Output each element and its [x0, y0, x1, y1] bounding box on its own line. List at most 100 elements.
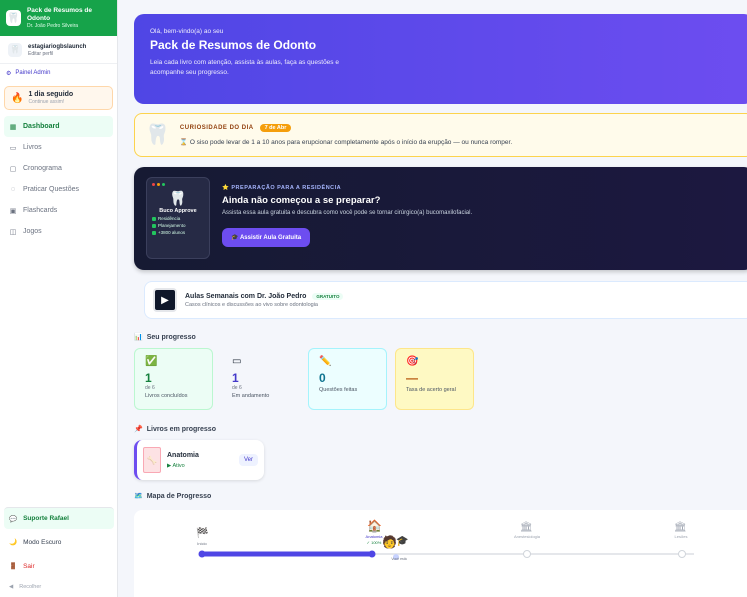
edit-profile-link[interactable]: Editar perfil [28, 51, 86, 57]
progress-section-title: 📊 Seu progresso [134, 333, 196, 342]
promo-title: Ainda não começou a se preparar? [222, 195, 381, 206]
course-card: 🦷 Buco Approve Residência Planejamento +… [146, 177, 210, 259]
fire-icon: 🔥 [11, 92, 24, 104]
play-icon: ▶ [167, 462, 172, 469]
stat-value: 1 [145, 371, 152, 385]
support-button[interactable]: 💬 Suporte Rafael [4, 507, 114, 529]
sidebar-item-jogos[interactable]: ◫ Jogos [4, 221, 113, 242]
calendar-icon: ▢ [9, 165, 17, 173]
check-icon [152, 223, 156, 228]
target-icon: 🎯 [406, 356, 419, 367]
welcome-text: Olá, bem-vindo(a) ao seu [150, 28, 224, 35]
tooth-icon: 🦷 [169, 190, 187, 206]
app: 🦷 Pack de Resumos de Odonto Dr. João Ped… [0, 0, 747, 597]
collapse-sidebar-button[interactable]: ◀ Recolher [4, 579, 114, 595]
promo-text: Assista essa aula gratuita e descubra co… [222, 210, 473, 216]
chat-icon: 💬 [9, 515, 18, 523]
lock-building-icon: 🏛 [520, 521, 533, 533]
moon-icon: 🌙 [9, 539, 18, 546]
streak-title: 1 dia seguido [28, 91, 74, 98]
map-node-label: Anestesiologia [514, 534, 541, 539]
curiosity-text: O siso pode levar de 1 a 10 anos para er… [189, 139, 513, 146]
course-card-title: Buco Approve [159, 208, 197, 214]
watch-free-class-button[interactable]: 🎓 Assistir Aula Gratuita [222, 228, 311, 247]
hourglass-icon: ⌛ [179, 139, 188, 146]
map-node-label: Início [197, 541, 207, 546]
map-node-lesoes[interactable]: 🏛 Lesões [674, 521, 687, 558]
weekly-title: Aulas Semanais com Dr. João Pedro [185, 292, 307, 300]
sidebar: 🦷 Pack de Resumos de Odonto Dr. João Ped… [0, 0, 118, 597]
stat-label: Taxa de acerto geral [406, 387, 456, 393]
door-icon: 🚪 [9, 563, 18, 570]
stat-books-completed: ✅ 1 de 6 Livros concluídos [134, 348, 213, 410]
weekly-subtitle: Casos clínicos e discussões ao vivo sobr… [185, 301, 318, 308]
tooth-logo-icon: 🦷 [6, 10, 21, 26]
weekly-classes-card[interactable]: ▶ Aulas Semanais com Dr. João Pedro GRAT… [144, 281, 747, 319]
student-avatar-icon: 🧑 [382, 534, 397, 549]
map-icon: 🗺️ [134, 493, 143, 500]
stat-in-progress: ▭ 1 de 6 Em andamento [221, 348, 300, 410]
sidebar-item-label: Cronograma [23, 165, 62, 172]
free-badge: GRATUITO [312, 292, 344, 300]
stat-sub: de 6 [145, 385, 155, 391]
chevron-left-icon: ◀ [9, 584, 14, 590]
user-profile[interactable]: 🦷 estagiariogbslaunch Editar perfil [0, 36, 117, 64]
logout-label: Sair [23, 562, 35, 570]
question-icon: ◌ [10, 186, 16, 193]
support-label: Suporte Rafael [23, 515, 69, 522]
logout-button[interactable]: 🚪 Sair [4, 555, 114, 577]
check-icon [152, 216, 156, 221]
map-node-label: Anatomia [366, 534, 384, 539]
sidebar-item-label: Dashboard [23, 123, 60, 130]
watch-free-class-label: Assistir Aula Gratuita [239, 235, 302, 241]
stat-value: 0 [319, 371, 326, 385]
sidebar-item-dashboard[interactable]: ▦ Dashboard [4, 116, 113, 137]
course-feature: Residência [152, 216, 204, 221]
course-feature: Planejamento [152, 223, 204, 228]
stat-accuracy: 🎯 — Taxa de acerto geral [395, 348, 474, 410]
admin-panel-label: Painel Admin [15, 70, 51, 76]
dark-mode-toggle[interactable]: 🌙 Modo Escuro [4, 531, 114, 553]
sidebar-item-cronograma[interactable]: ▢ Cronograma [4, 158, 113, 179]
sidebar-item-flashcards[interactable]: ▣ Flashcards [4, 200, 113, 221]
map-node-anestesiologia[interactable]: 🏛 Anestesiologia [514, 521, 541, 558]
sidebar-bottom: 💬 Suporte Rafael 🌙 Modo Escuro 🚪 Sair ◀ … [0, 507, 118, 597]
brand-header[interactable]: 🦷 Pack de Resumos de Odonto Dr. João Ped… [0, 0, 117, 36]
sidebar-item-praticar-questoes[interactable]: ◌ Praticar Questões [4, 179, 113, 200]
streak-subtitle: Continue assim! [28, 99, 65, 105]
progress-map-svg: 🏁 Início 🏠 Anatomia ✓ 100% 🧑 🎓 Você está… [196, 519, 694, 561]
progress-map: 🏁 Início 🏠 Anatomia ✓ 100% 🧑 🎓 Você está… [134, 510, 747, 597]
sidebar-item-label: Jogos [23, 228, 42, 235]
home-icon: 🏠 [367, 519, 382, 533]
tooth-icon: 🦷 [145, 124, 170, 146]
progress-stats: ✅ 1 de 6 Livros concluídos ▭ 1 de 6 Em a… [134, 348, 474, 410]
map-node-sub: ✓ 100% [367, 540, 382, 545]
admin-panel-link[interactable]: ⚙ Painel Admin [0, 64, 117, 82]
check-icon [152, 230, 156, 235]
dark-mode-label: Modo Escuro [23, 538, 62, 546]
book-icon: ▭ [9, 144, 17, 152]
graduation-icon: 🎓 [231, 235, 239, 241]
course-feature: +3800 alunos [152, 230, 204, 235]
map-section-title: 🗺️ Mapa de Progresso [134, 492, 212, 501]
gear-icon: ⚙ [6, 70, 12, 77]
book-card-anatomia[interactable]: 🦴 Anatomia ▶ Ativo Ver [134, 440, 264, 480]
view-book-button[interactable]: Ver [238, 454, 258, 466]
welcome-banner: Olá, bem-vindo(a) ao seu Pack de Resumos… [134, 14, 747, 104]
sidebar-item-livros[interactable]: ▭ Livros [4, 137, 113, 158]
stat-label: Em andamento [232, 393, 270, 399]
book-status: Ativo [172, 462, 185, 469]
sidebar-item-label: Livros [23, 144, 42, 151]
pin-icon: 📌 [134, 426, 143, 433]
sidebar-item-label: Praticar Questões [23, 186, 80, 193]
residency-promo: 🦷 Buco Approve Residência Planejamento +… [134, 167, 747, 270]
map-node-label: Lesões [675, 534, 688, 539]
pencil-icon: ✏️ [319, 356, 332, 367]
streak-card: 🔥 1 dia seguido Continue assim! [4, 86, 113, 110]
brand-title: Pack de Resumos de Odonto [26, 6, 92, 22]
curiosity-card: 🦷 CURIOSIDADE DO DIA 7 de Abr ⌛ O siso p… [134, 113, 747, 157]
stat-label: Livros concluídos [145, 393, 188, 399]
book-open-icon: ▭ [232, 356, 242, 367]
checkbox-icon: ✅ [145, 356, 158, 367]
cards-icon: ▣ [9, 207, 17, 215]
